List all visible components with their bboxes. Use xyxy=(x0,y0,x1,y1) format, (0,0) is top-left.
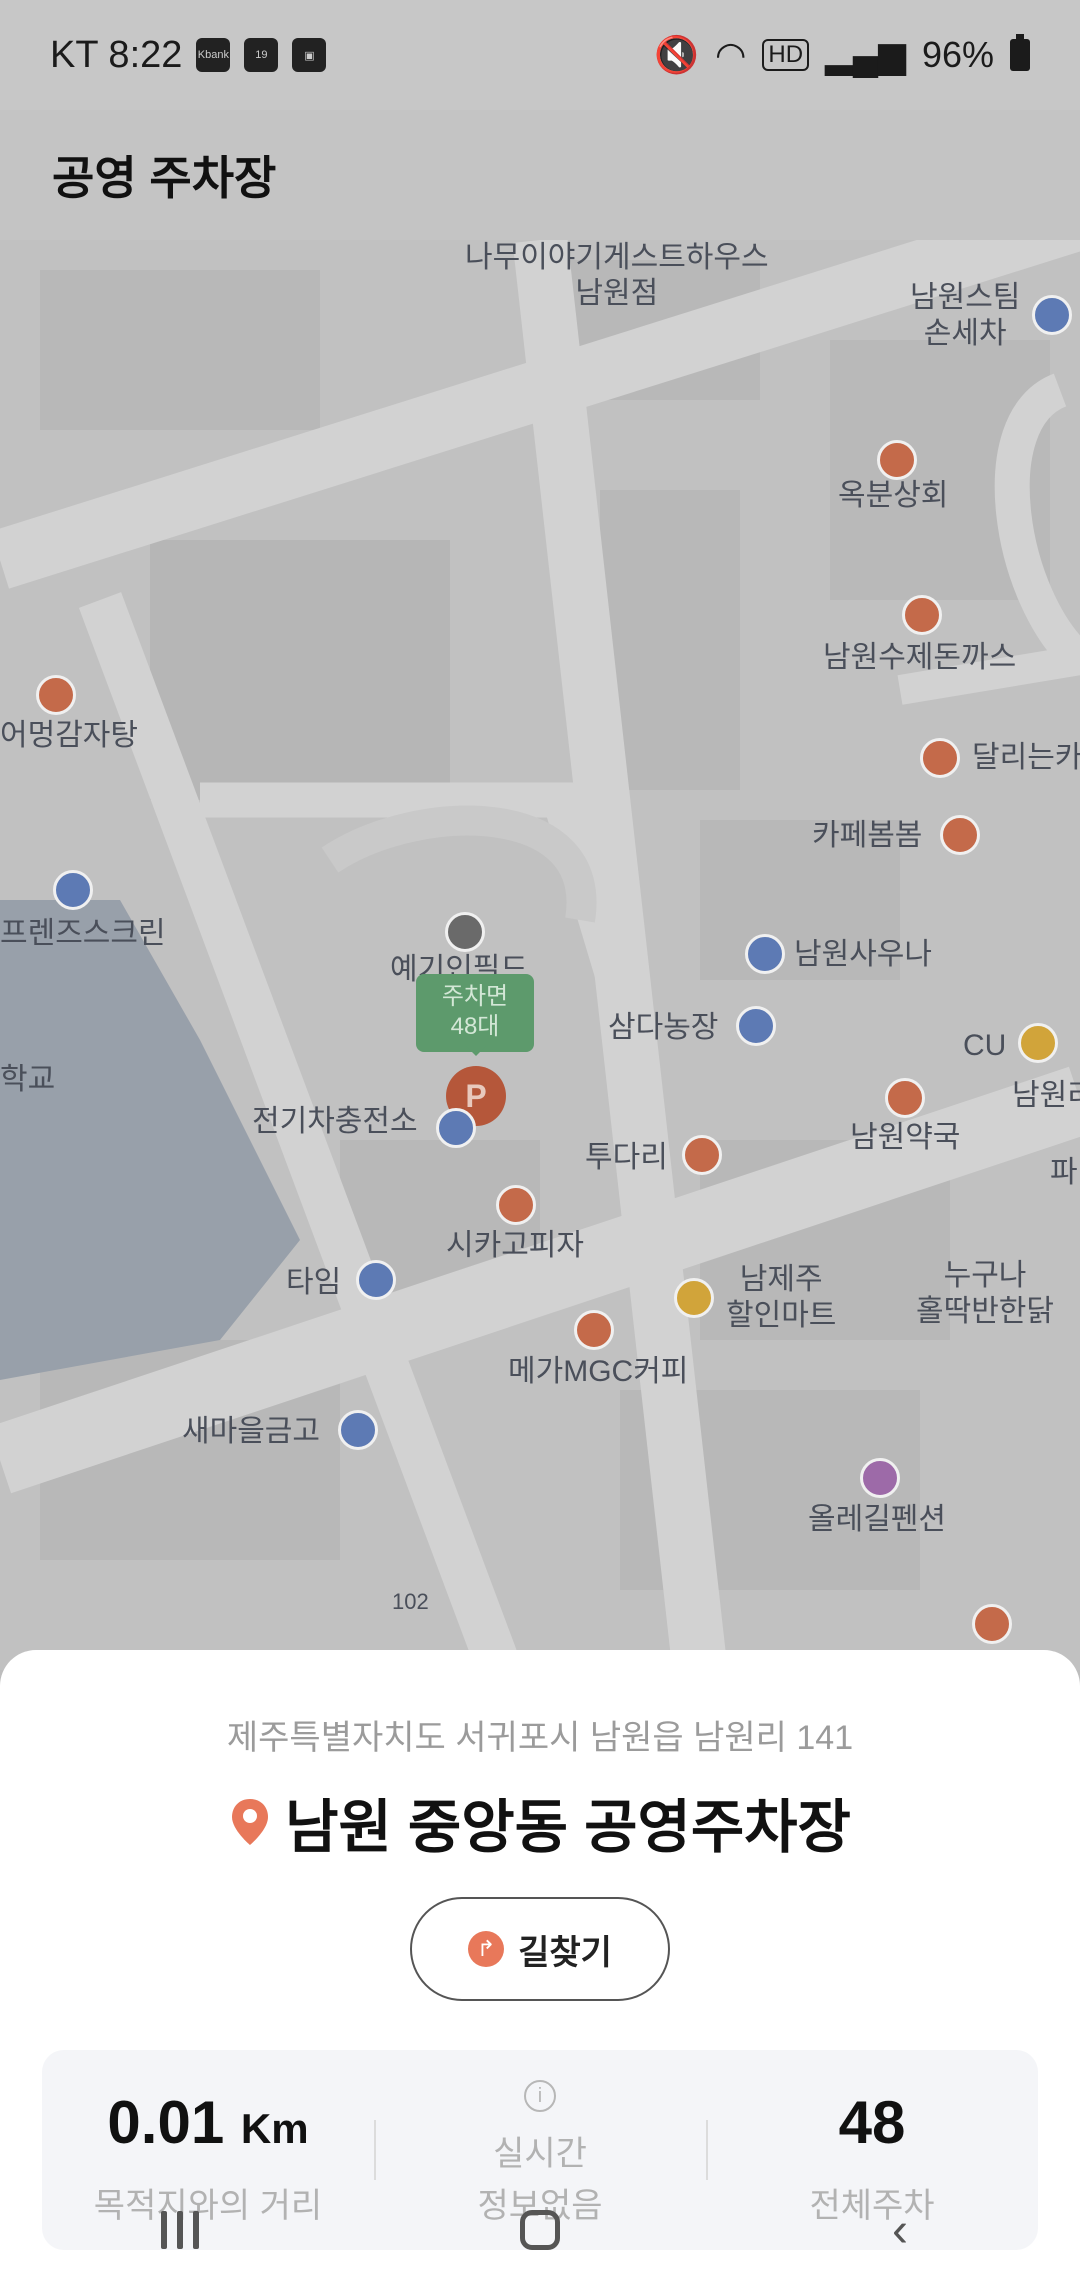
poi-pension-icon xyxy=(860,1458,900,1498)
distance-unit: Km xyxy=(240,2105,309,2152)
status-right: 🔇 ◠ HD ▂▄▆ 96% xyxy=(654,34,1030,76)
poi-restaurant-icon xyxy=(36,675,76,715)
poi-carwash-icon xyxy=(1032,295,1072,335)
distance-value-row: 0.01 Km xyxy=(42,2088,374,2157)
poi-time-icon xyxy=(356,1260,396,1300)
poi-ev-icon xyxy=(436,1108,476,1148)
poi-coffee-icon xyxy=(574,1310,614,1350)
poi-mart-icon xyxy=(674,1278,714,1318)
poi-cafe-icon xyxy=(972,1604,1012,1644)
parking-flag-line2: 48대 xyxy=(450,1013,500,1040)
app-header: 공영 주차장 xyxy=(0,110,1080,240)
poi-pizza-icon xyxy=(496,1185,536,1225)
poi-sujedon[interactable]: 남원수제돈까스 xyxy=(823,640,1016,676)
back-button[interactable]: ‹ xyxy=(855,2190,945,2270)
poi-tudari[interactable]: 투다리 xyxy=(585,1140,668,1176)
poi-olle[interactable]: 올레길펜션 xyxy=(808,1502,946,1538)
poi-cafebom[interactable]: 카페봄봄 xyxy=(812,818,922,854)
realtime-label: 실시간 xyxy=(493,2135,587,2173)
road-number: 102 xyxy=(392,1589,429,1614)
info-icon: i xyxy=(524,2080,556,2112)
directions-button[interactable]: ↱ 길찾기 xyxy=(410,1897,670,2001)
calendar-icon: 19 xyxy=(244,38,279,72)
poi-farm-icon xyxy=(736,1006,776,1046)
poi-nuguna[interactable]: 누구나 홀딱반한닭 xyxy=(916,1258,1054,1330)
status-bar: KT 8:22 Kbank 19 ▣ 🔇 ◠ HD ▂▄▆ 96% xyxy=(0,0,1080,110)
parking-count-flag[interactable]: 주차면 48대 xyxy=(416,974,534,1056)
total-parking-value: 48 xyxy=(838,2089,906,2156)
poi-cafe-icon xyxy=(920,738,960,778)
poi-ev-charging[interactable]: 전기차충전소 xyxy=(252,1104,418,1140)
home-button[interactable] xyxy=(495,2190,585,2270)
poi-building-icon xyxy=(445,912,485,952)
directions-label: 길찾기 xyxy=(518,1933,612,1972)
map-view[interactable]: 나무이야기게스트하우스 남원점 남원스팀 손세차 옥분상회 남원수제돈까스 달리는카… xyxy=(0,240,1080,1670)
carrier-time: KT 8:22 xyxy=(50,33,183,76)
poi-sauna[interactable]: 남원사우나 xyxy=(794,937,932,973)
location-pin-icon xyxy=(232,1799,269,1845)
battery-percent: 96% xyxy=(921,34,994,75)
poi-screen-icon xyxy=(53,870,93,910)
signal-icon: ▂▄▆ xyxy=(825,34,906,75)
home-icon xyxy=(520,2210,560,2250)
recents-icon xyxy=(161,2211,199,2249)
poi-pharmacy-icon xyxy=(885,1078,925,1118)
directions-icon: ↱ xyxy=(468,1931,505,1967)
mute-icon: 🔇 xyxy=(654,34,699,75)
gallery-icon: ▣ xyxy=(292,38,327,72)
poi-cafe-icon xyxy=(940,815,980,855)
poi-restaurant-icon xyxy=(902,595,942,635)
kbank-icon: Kbank xyxy=(196,38,231,72)
poi-friends[interactable]: 프렌즈스크린 xyxy=(0,916,166,952)
back-icon: ‹ xyxy=(892,2203,908,2257)
poi-pub-icon xyxy=(682,1135,722,1175)
place-address: 제주특별자치도 서귀포시 남원읍 남원리 141 xyxy=(226,1719,854,1757)
poi-steam-carwash[interactable]: 남원스팀 손세차 xyxy=(910,280,1020,352)
recents-button[interactable] xyxy=(135,2190,225,2270)
poi-shop-icon xyxy=(877,440,917,480)
status-left: KT 8:22 Kbank 19 ▣ xyxy=(50,33,327,77)
system-nav-bar: ‹ xyxy=(0,2180,1080,2280)
poi-saemaeul[interactable]: 새마을금고 xyxy=(182,1414,320,1450)
poi-pharmacy[interactable]: 남원약국 xyxy=(850,1120,960,1156)
poi-school[interactable]: 학교 xyxy=(0,1062,55,1098)
wifi-icon: ◠ xyxy=(714,34,747,75)
parking-flag-line1: 주차면 xyxy=(441,983,509,1010)
distance-value: 0.01 xyxy=(107,2089,225,2156)
hd-icon: HD xyxy=(762,39,810,71)
poi-okbun[interactable]: 옥분상회 xyxy=(838,478,948,514)
poi-namje[interactable]: 남제주 할인마트 xyxy=(726,1262,836,1334)
page-title: 공영 주차장 xyxy=(52,152,277,204)
place-title-row: 남원 중앙동 공영주차장 xyxy=(0,1780,1080,1864)
poi-pizza[interactable]: 시카고피자 xyxy=(446,1228,584,1264)
poi-sauna-icon xyxy=(745,934,785,974)
poi-pa[interactable]: 파 xyxy=(1050,1155,1078,1191)
poi-time[interactable]: 타임 xyxy=(286,1265,341,1301)
poi-meong[interactable]: 어멍감자탕 xyxy=(0,718,138,754)
poi-samda[interactable]: 삼다농장 xyxy=(608,1010,718,1046)
poi-bank-icon xyxy=(338,1410,378,1450)
poi-guesthouse[interactable]: 나무이야기게스트하우스 남원점 xyxy=(465,240,769,312)
poi-cu[interactable]: CU xyxy=(963,1028,1006,1064)
place-name: 남원 중앙동 공영주차장 xyxy=(285,1795,851,1860)
battery-icon xyxy=(1010,34,1030,71)
poi-mega[interactable]: 메가MGC커피 xyxy=(508,1354,688,1390)
poi-namwon-right[interactable]: 남원리 xyxy=(1012,1078,1080,1114)
poi-dalineun[interactable]: 달리는카 xyxy=(972,740,1080,776)
poi-store-icon xyxy=(1018,1023,1058,1063)
